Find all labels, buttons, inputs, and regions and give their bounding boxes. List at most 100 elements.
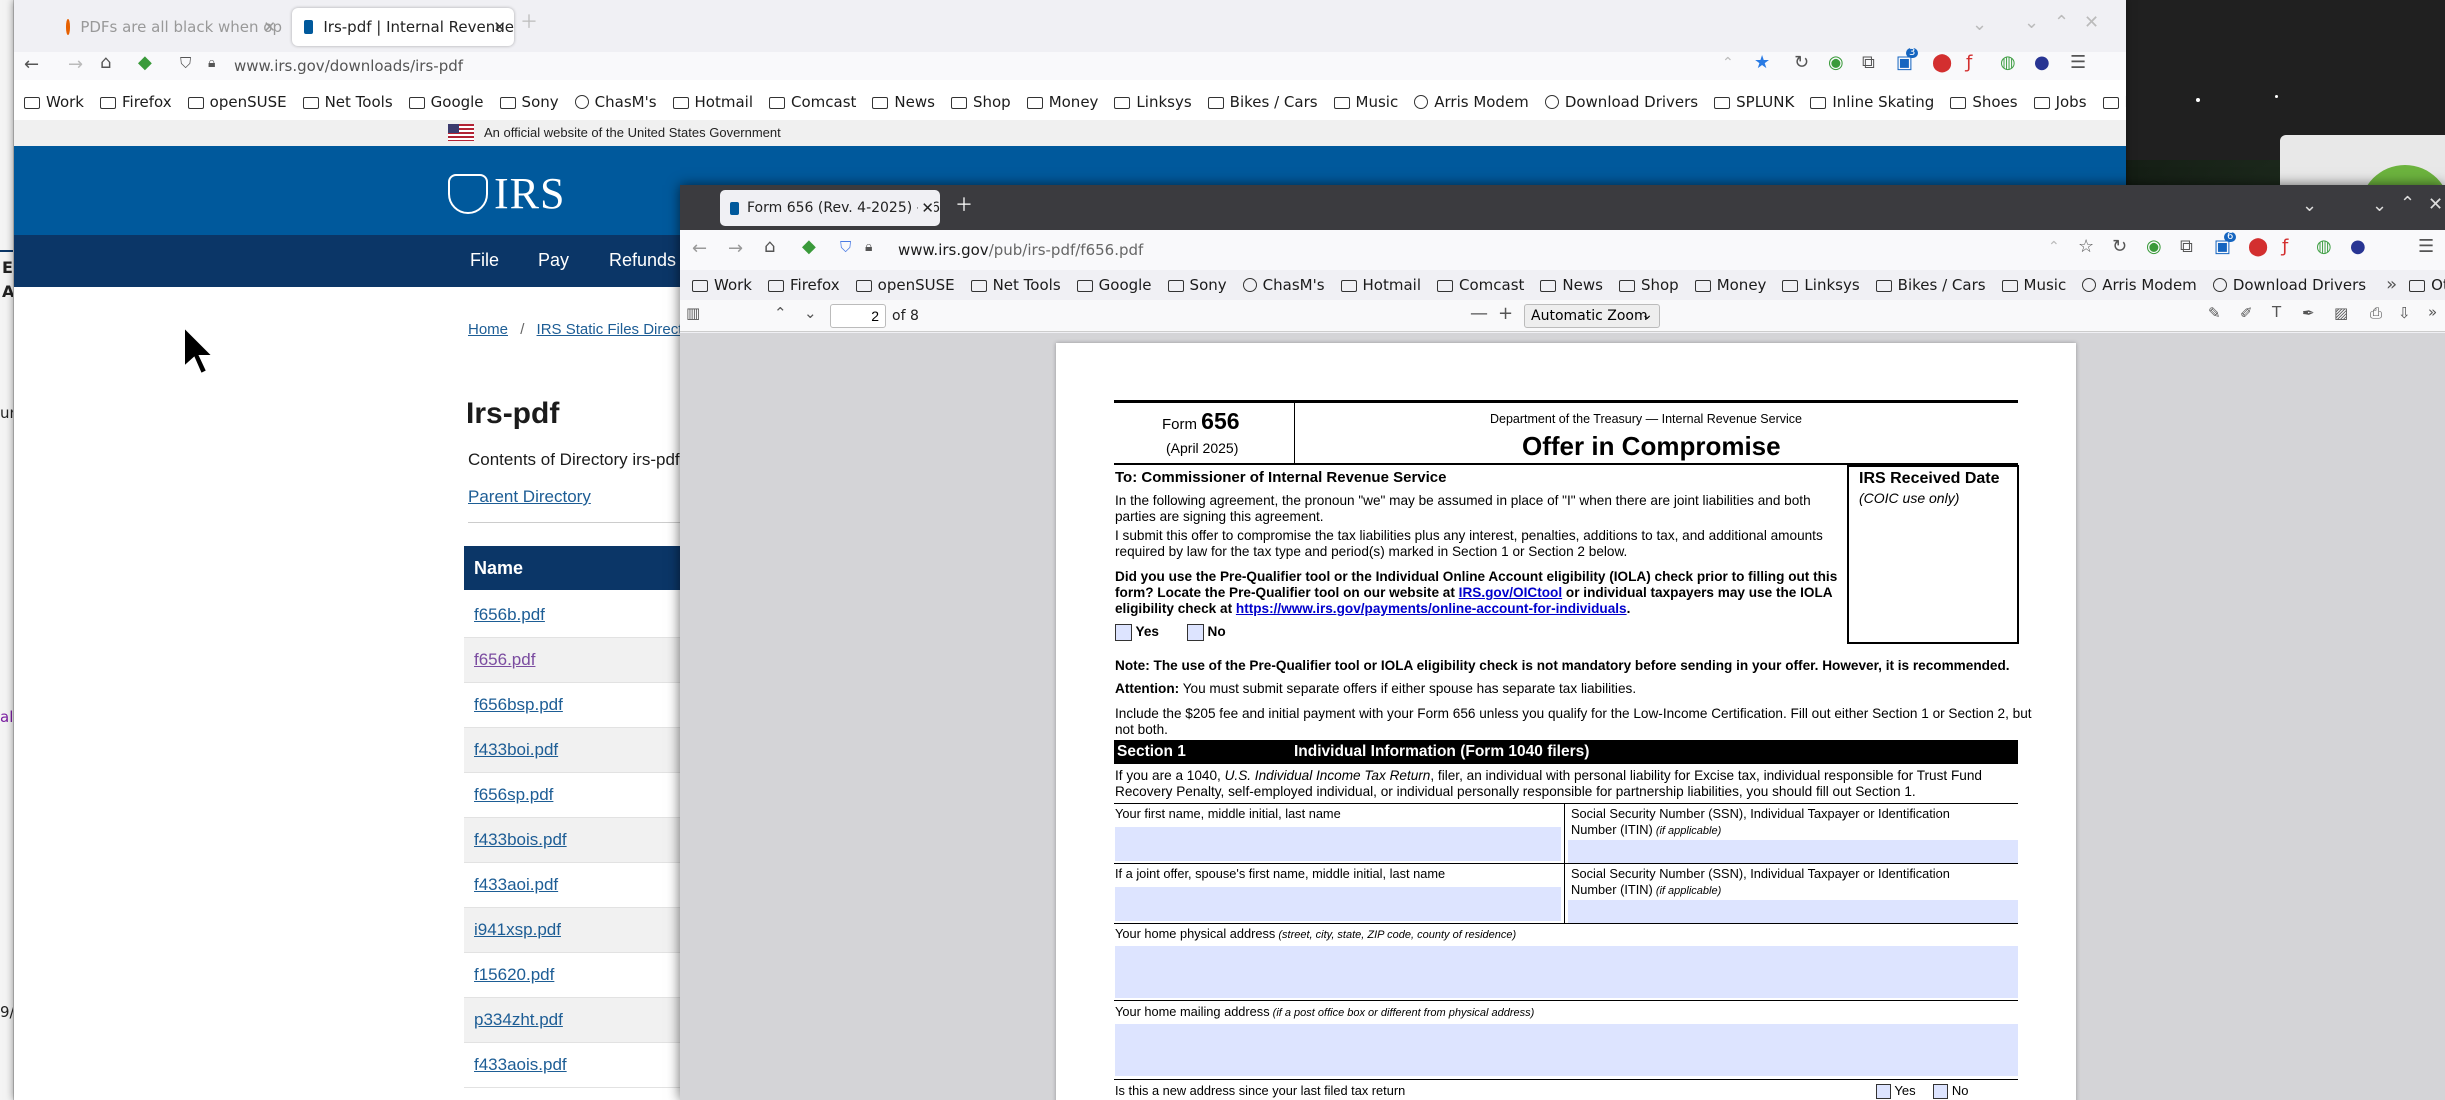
bookmark-item[interactable]: News <box>872 93 935 111</box>
extensions-puzzle-icon[interactable]: ⧉ <box>1862 54 1875 72</box>
oic-tool-link[interactable]: IRS.gov/OICtool <box>1459 585 1562 600</box>
bookmark-item[interactable]: Google <box>408 93 484 111</box>
bookmark-item[interactable]: Hotmail <box>672 93 753 111</box>
list-tabs-icon[interactable]: ⌄ <box>2302 197 2317 215</box>
extensions-puzzle-icon[interactable]: ⧉ <box>2180 238 2193 256</box>
maximize-icon[interactable]: ⌃ <box>2054 14 2069 32</box>
reload-icon[interactable]: ↻ <box>1794 54 1809 72</box>
bookmark-item[interactable]: Download Drivers <box>2212 276 2366 294</box>
reload-icon[interactable]: ↻ <box>2112 238 2127 256</box>
url-bar[interactable]: www.irs.gov/pub/irs-pdf/f656.pdf <box>898 241 1143 259</box>
file-link[interactable]: i941xsp.pdf <box>474 920 561 940</box>
extension-icon[interactable]: ◉ <box>1828 54 1844 72</box>
close-icon[interactable]: ✕ <box>918 199 934 217</box>
save-icon[interactable]: ⇩ <box>2398 306 2411 321</box>
home-address-field[interactable] <box>1115 946 2018 998</box>
page-number-input[interactable] <box>830 304 886 328</box>
tab-active[interactable]: Form 656 (Rev. 4-2025) - f6 ✕ <box>720 190 940 226</box>
tools-menu-icon[interactable]: » <box>2428 305 2437 320</box>
new-tab-icon[interactable]: ＋ <box>955 197 973 215</box>
bookmark-item[interactable]: ChasM's <box>1242 276 1325 294</box>
breadcrumb-home[interactable]: Home <box>468 321 508 338</box>
extension-icon[interactable]: ◍ <box>2316 238 2332 256</box>
bookmark-star-icon[interactable]: ☆ <box>2078 238 2094 256</box>
reader-icon[interactable]: ⌃ <box>2048 240 2060 254</box>
file-link[interactable]: f433boi.pdf <box>474 740 558 760</box>
bookmark-item[interactable]: Shop <box>1618 276 1679 294</box>
new-address-no-checkbox[interactable] <box>1933 1084 1949 1100</box>
spouse-ssn-field[interactable] <box>1568 900 2018 924</box>
extension-icon[interactable]: ◍ <box>2000 54 2016 72</box>
file-link[interactable]: f656sp.pdf <box>474 785 553 805</box>
next-page-icon[interactable]: ⌄ <box>804 306 817 321</box>
bookmark-star-icon[interactable]: ★ <box>1754 54 1770 72</box>
bookmark-item[interactable]: News <box>1540 276 1603 294</box>
bookmark-item[interactable]: Sony <box>499 93 559 111</box>
mailing-address-field[interactable] <box>1115 1024 2018 1076</box>
bookmark-item[interactable]: Money <box>1694 276 1766 294</box>
forward-icon[interactable]: → <box>68 56 83 74</box>
bookmark-item[interactable]: Firefox <box>767 276 840 294</box>
nav-pay[interactable]: Pay <box>538 250 569 271</box>
previous-page-icon[interactable]: ⌃ <box>774 306 787 321</box>
bookmark-item[interactable]: Linksys <box>1114 93 1192 111</box>
bookmark-item[interactable]: Arris Modem <box>1414 93 1529 111</box>
menu-icon[interactable]: ☰ <box>2070 54 2086 72</box>
extension-icon[interactable]: ● <box>2034 54 2050 72</box>
sidebar-toggle-icon[interactable]: ▥ <box>686 306 700 321</box>
acrobat-icon[interactable]: ƒ <box>2282 238 2288 256</box>
bookmark-item[interactable]: Sony <box>1167 276 1227 294</box>
extension-badge-icon[interactable]: ▣ 6 <box>2214 232 2237 256</box>
bookmark-item[interactable]: Net Tools <box>302 93 393 111</box>
more-bookmarks-icon[interactable]: » <box>2386 276 2397 294</box>
draw-icon[interactable]: ✐ <box>2240 306 2253 321</box>
bookmark-item[interactable]: Arris Modem <box>2082 276 2197 294</box>
list-tabs-icon[interactable]: ⌄ <box>1972 16 1987 34</box>
bookmark-item[interactable]: Bikes / Cars <box>1875 276 1986 294</box>
spouse-name-field[interactable] <box>1115 887 1561 921</box>
file-link[interactable]: f433aoi.pdf <box>474 875 558 895</box>
bookmark-item[interactable]: Shop <box>950 93 1011 111</box>
extension-icon[interactable]: ◆ <box>138 54 152 72</box>
bookmark-item[interactable]: ChasM's <box>574 93 657 111</box>
minimize-icon[interactable]: ⌄ <box>2372 197 2387 215</box>
bookmark-item[interactable]: Music <box>1333 93 1398 111</box>
signature-icon[interactable]: ✒ <box>2302 306 2315 321</box>
file-link[interactable]: f15620.pdf <box>474 965 554 985</box>
bookmark-item[interactable]: Shoes <box>1950 93 2018 111</box>
ssn-field[interactable] <box>1568 840 2018 864</box>
breadcrumb-static-files[interactable]: IRS Static Files Director <box>537 321 696 338</box>
bookmark-item[interactable]: openSUSE <box>187 93 287 111</box>
bookmark-item[interactable]: openSUSE <box>855 276 955 294</box>
bookmark-item[interactable]: Music <box>2001 276 2066 294</box>
zoom-out-icon[interactable]: — <box>1470 305 1488 323</box>
zoom-select[interactable]: Automatic Zoom ⌄ <box>1524 304 1660 328</box>
bookmark-item[interactable]: Money <box>1026 93 1098 111</box>
file-link[interactable]: f656bsp.pdf <box>474 695 563 715</box>
bookmark-item[interactable]: R_SS <box>2102 93 2126 111</box>
bookmark-item[interactable]: Hotmail <box>1340 276 1421 294</box>
bookmark-item[interactable]: Google <box>1076 276 1152 294</box>
name-field[interactable] <box>1115 827 1561 861</box>
adblock-icon[interactable]: ⬤ <box>1932 54 1952 72</box>
extension-icon[interactable]: ● <box>2350 238 2366 256</box>
file-link[interactable]: p334zht.pdf <box>474 1010 563 1030</box>
yes-checkbox[interactable] <box>1115 624 1132 641</box>
back-icon[interactable]: ← <box>692 240 707 258</box>
parent-directory-link[interactable]: Parent Directory <box>468 487 591 507</box>
new-tab-icon[interactable]: ＋ <box>520 14 538 32</box>
bookmark-item[interactable]: Jobs <box>2033 93 2087 111</box>
bookmark-item[interactable]: Download Drivers <box>1544 93 1698 111</box>
bookmark-item[interactable]: Work <box>24 93 84 111</box>
url-bar[interactable]: www.irs.gov/downloads/irs-pdf <box>234 57 463 75</box>
bookmark-item[interactable]: Firefox <box>99 93 172 111</box>
no-checkbox[interactable] <box>1186 624 1204 641</box>
minimize-icon[interactable]: ⌄ <box>2024 14 2039 32</box>
extension-icon[interactable]: ◆ <box>802 238 816 256</box>
close-icon[interactable]: ✕ <box>263 18 276 36</box>
maximize-icon[interactable]: ⌃ <box>2400 195 2415 213</box>
file-link[interactable]: f433bois.pdf <box>474 830 567 850</box>
extension-badge-icon[interactable]: ▣ 3 <box>1896 48 1919 72</box>
file-link[interactable]: f656.pdf <box>474 650 535 670</box>
irs-logo[interactable]: IRS <box>448 168 565 219</box>
